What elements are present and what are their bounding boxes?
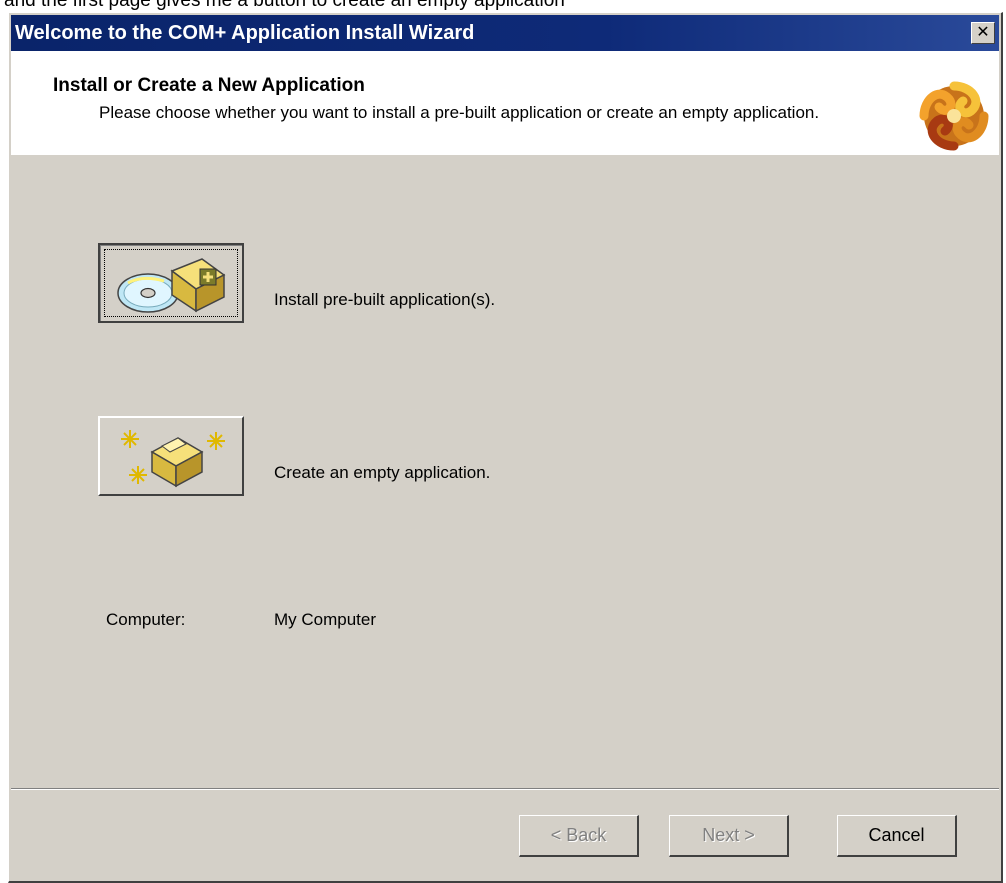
header-divider <box>11 154 999 155</box>
title-bar[interactable]: Welcome to the COM+ Application Install … <box>11 15 999 51</box>
page-title: Install or Create a New Application <box>53 75 365 96</box>
create-empty-label: Create an empty application. <box>274 463 491 482</box>
close-button[interactable]: ✕ <box>971 22 995 44</box>
create-empty-button[interactable] <box>98 416 244 496</box>
wizard-window: Welcome to the COM+ Application Install … <box>8 12 1003 883</box>
close-icon: ✕ <box>976 24 990 41</box>
footer-divider-highlight <box>11 789 999 790</box>
new-package-sparkle-icon <box>121 430 225 488</box>
page-description: Please choose whether you want to instal… <box>99 103 820 122</box>
back-button[interactable]: < Back <box>519 815 639 857</box>
cancel-button[interactable]: Cancel <box>837 815 957 857</box>
next-button[interactable]: Next > <box>669 815 789 857</box>
caption-fragment: and the first page gives me a button to … <box>4 0 565 11</box>
install-package-cd-icon <box>117 258 226 313</box>
computer-value: My Computer <box>274 610 377 629</box>
install-prebuilt-label: Install pre-built application(s). <box>274 290 496 309</box>
install-prebuilt-button[interactable] <box>98 243 244 323</box>
wizard-header: Install or Create a New Application Plea… <box>11 51 999 155</box>
window-title: Welcome to the COM+ Application Install … <box>15 22 475 44</box>
complus-logo-icon <box>919 81 989 151</box>
computer-label: Computer: <box>106 610 186 629</box>
